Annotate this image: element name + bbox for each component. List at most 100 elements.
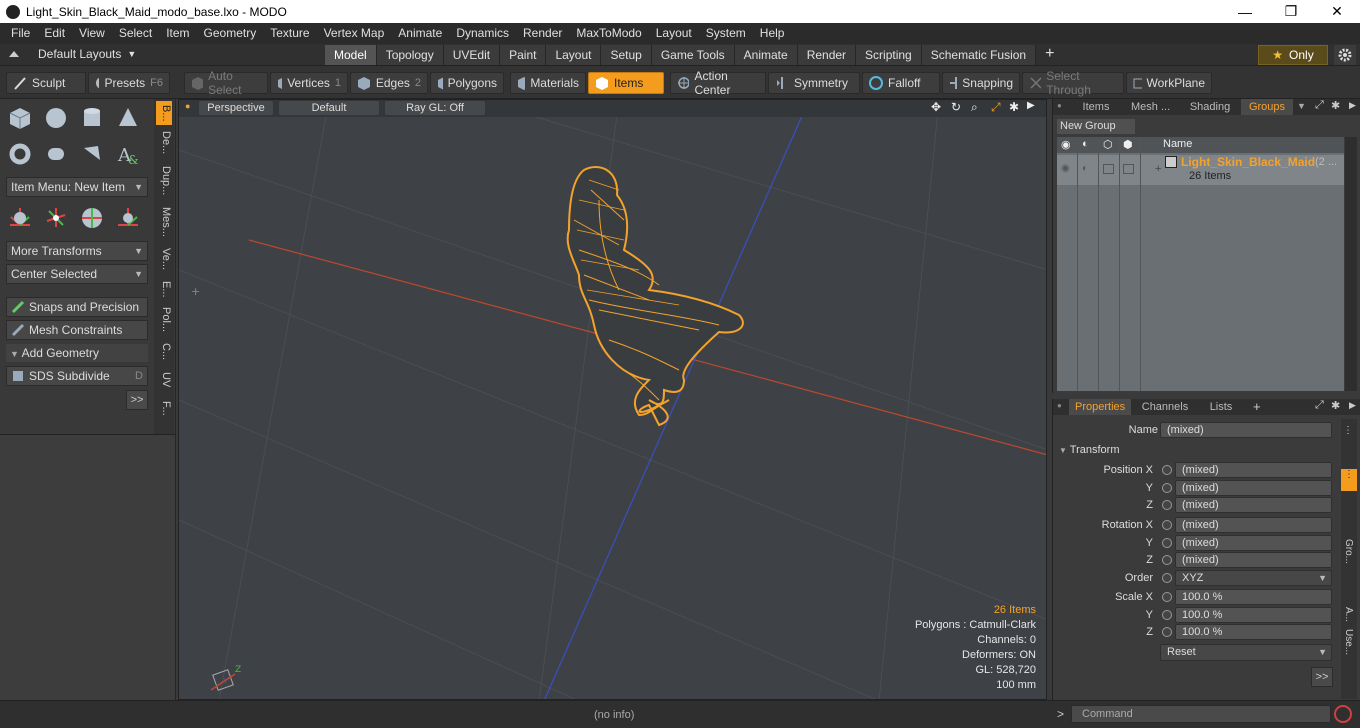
move-transform-button[interactable]	[4, 203, 36, 233]
new-group-button[interactable]: New Group	[1057, 119, 1135, 134]
tab-properties[interactable]: Properties	[1069, 399, 1131, 415]
row-lock-checkbox[interactable]	[1103, 164, 1114, 174]
menu-layout[interactable]: Layout	[649, 23, 699, 44]
render-icon[interactable]: ◐	[1082, 138, 1089, 150]
materials-button[interactable]: Materials	[510, 72, 586, 94]
raygl-toggle[interactable]: Ray GL: Off	[385, 101, 485, 115]
menu-vertex-map[interactable]: Vertex Map	[317, 23, 392, 44]
auto-select-button[interactable]: Auto Select	[184, 69, 268, 97]
row-render-icon[interactable]: ◐	[1082, 163, 1088, 174]
property-radio[interactable]	[1162, 465, 1172, 475]
menu-system[interactable]: System	[699, 23, 753, 44]
text-primitive-button[interactable]: A &	[112, 139, 144, 169]
minimize-button[interactable]: —	[1222, 0, 1268, 23]
panel-expand-icon[interactable]: ⤢	[1315, 399, 1324, 412]
property-radio[interactable]	[1162, 555, 1172, 565]
side-more-icon[interactable]: ⋮	[1343, 425, 1353, 436]
property-radio[interactable]	[1162, 483, 1172, 493]
snaps-precision-button[interactable]: Snaps and Precision	[6, 297, 148, 317]
sds-subdivide-button[interactable]: SDS Subdivide D	[6, 366, 148, 386]
tab-scripting[interactable]: Scripting	[856, 45, 922, 65]
tab-shading[interactable]: Shading	[1181, 99, 1239, 115]
shading-dropdown[interactable]: Default	[279, 101, 379, 115]
action-center-button[interactable]: Action Center	[670, 69, 766, 97]
group-row[interactable]: ◉ ◐ + Light_Skin_Black_Maid (2 ... 26 It…	[1057, 155, 1344, 185]
lock-icon[interactable]: ⬡	[1103, 138, 1113, 151]
menu-geometry[interactable]: Geometry	[197, 23, 264, 44]
close-button[interactable]: ✕	[1314, 0, 1360, 23]
menu-view[interactable]: View	[72, 23, 112, 44]
property-radio[interactable]	[1162, 592, 1172, 602]
reset-dropdown[interactable]: Reset ▼	[1160, 644, 1332, 661]
side-tab-user[interactable]: Use...	[1343, 629, 1354, 655]
edges-button[interactable]: Edges 2	[350, 72, 428, 94]
property-value-field[interactable]: 100.0 %	[1175, 607, 1332, 623]
workplane-button[interactable]: WorkPlane	[1126, 72, 1212, 94]
name-field[interactable]: (mixed)	[1160, 422, 1332, 438]
mesh-constraints-button[interactable]: Mesh Constraints	[6, 320, 148, 340]
more-tools-button[interactable]: >>	[126, 390, 148, 410]
maximize-button[interactable]: ❐	[1268, 0, 1314, 23]
vtab-polygon[interactable]: Pol...	[156, 305, 172, 335]
capsule-primitive-button[interactable]	[40, 139, 72, 169]
tab-groups[interactable]: Groups	[1241, 99, 1293, 115]
sphere-primitive-button[interactable]	[40, 103, 72, 133]
vtab-mesh-edit[interactable]: Mes...	[156, 205, 172, 239]
polygons-button[interactable]: Polygons	[430, 72, 504, 94]
more-properties-button[interactable]: >>	[1311, 667, 1333, 687]
menu-maxtomodo[interactable]: MaxToModo	[569, 23, 648, 44]
pan-icon[interactable]: ✥	[931, 100, 941, 114]
tab-animate[interactable]: Animate	[734, 45, 798, 65]
property-radio[interactable]	[1162, 610, 1172, 620]
select-through-button[interactable]: Select Through	[1022, 69, 1124, 97]
side-tab-active[interactable]: ⋮	[1341, 469, 1357, 491]
default-layouts-dropdown[interactable]: Default Layouts ▼	[8, 47, 136, 61]
property-value-field[interactable]: (mixed)	[1175, 480, 1332, 496]
panel-arrow-icon[interactable]: ▶	[1349, 100, 1356, 111]
menu-item[interactable]: Item	[159, 23, 196, 44]
add-tab-button[interactable]: +	[1253, 399, 1261, 414]
menu-edit[interactable]: Edit	[37, 23, 72, 44]
vtab-edge[interactable]: E...	[156, 279, 172, 299]
scale-transform-button[interactable]	[76, 203, 108, 233]
vtab-curve[interactable]: C...	[156, 341, 172, 363]
tab-schematic-fusion[interactable]: Schematic Fusion	[921, 45, 1037, 65]
side-tab-groups[interactable]: Gro...	[1343, 539, 1354, 564]
vtab-basic[interactable]: B...	[156, 101, 172, 125]
tab-channels[interactable]: Channels	[1135, 399, 1195, 415]
order-dropdown[interactable]: XYZ ▼	[1175, 570, 1332, 586]
snapping-button[interactable]: Snapping	[942, 72, 1020, 94]
tab-paint[interactable]: Paint	[500, 45, 547, 65]
tab-lists[interactable]: Lists	[1199, 399, 1243, 415]
tab-game-tools[interactable]: Game Tools	[651, 45, 735, 65]
symmetry-button[interactable]: Symmetry	[768, 72, 860, 94]
3d-viewport[interactable]: Z Y + ● Perspective Default Ray GL: Off …	[178, 99, 1047, 700]
menu-select[interactable]: Select	[112, 23, 159, 44]
fit-view-icon[interactable]: ⤢	[991, 100, 1001, 115]
settings-gear-button[interactable]	[1334, 45, 1356, 65]
vtab-duplicate[interactable]: Dup...	[156, 163, 172, 199]
cone-primitive-button[interactable]	[112, 103, 144, 133]
tab-uvedit[interactable]: UVEdit	[443, 45, 501, 65]
pen-primitive-button[interactable]	[76, 139, 108, 169]
property-radio[interactable]	[1162, 538, 1172, 548]
property-radio[interactable]	[1162, 520, 1172, 530]
visibility-eye-icon[interactable]: ◉	[1061, 138, 1071, 151]
select-icon[interactable]: ⬢	[1123, 138, 1133, 151]
vtab-fusion[interactable]: F...	[156, 397, 172, 419]
transform-section-header[interactable]: ▼ Transform	[1059, 444, 1120, 456]
record-macro-icon[interactable]	[1334, 705, 1352, 723]
falloff-button[interactable]: Falloff	[862, 72, 940, 94]
center-selected-dropdown[interactable]: Center Selected ▼	[6, 264, 148, 284]
more-transforms-dropdown[interactable]: More Transforms ▼	[6, 241, 148, 261]
vtab-vertex[interactable]: Ve...	[156, 245, 172, 273]
rotate-transform-button[interactable]	[40, 203, 72, 233]
tab-model[interactable]: Model	[325, 45, 377, 65]
menu-dynamics[interactable]: Dynamics	[449, 23, 516, 44]
viewport-expand-arrow-icon[interactable]: ▶	[1027, 100, 1035, 111]
perspective-view-dropdown[interactable]: Perspective	[199, 101, 273, 115]
rotate-view-icon[interactable]: ↻	[951, 100, 961, 114]
add-geometry-section[interactable]: ▼ Add Geometry	[6, 344, 148, 362]
vertices-button[interactable]: Vertices 1	[270, 72, 348, 94]
cylinder-primitive-button[interactable]	[76, 103, 108, 133]
